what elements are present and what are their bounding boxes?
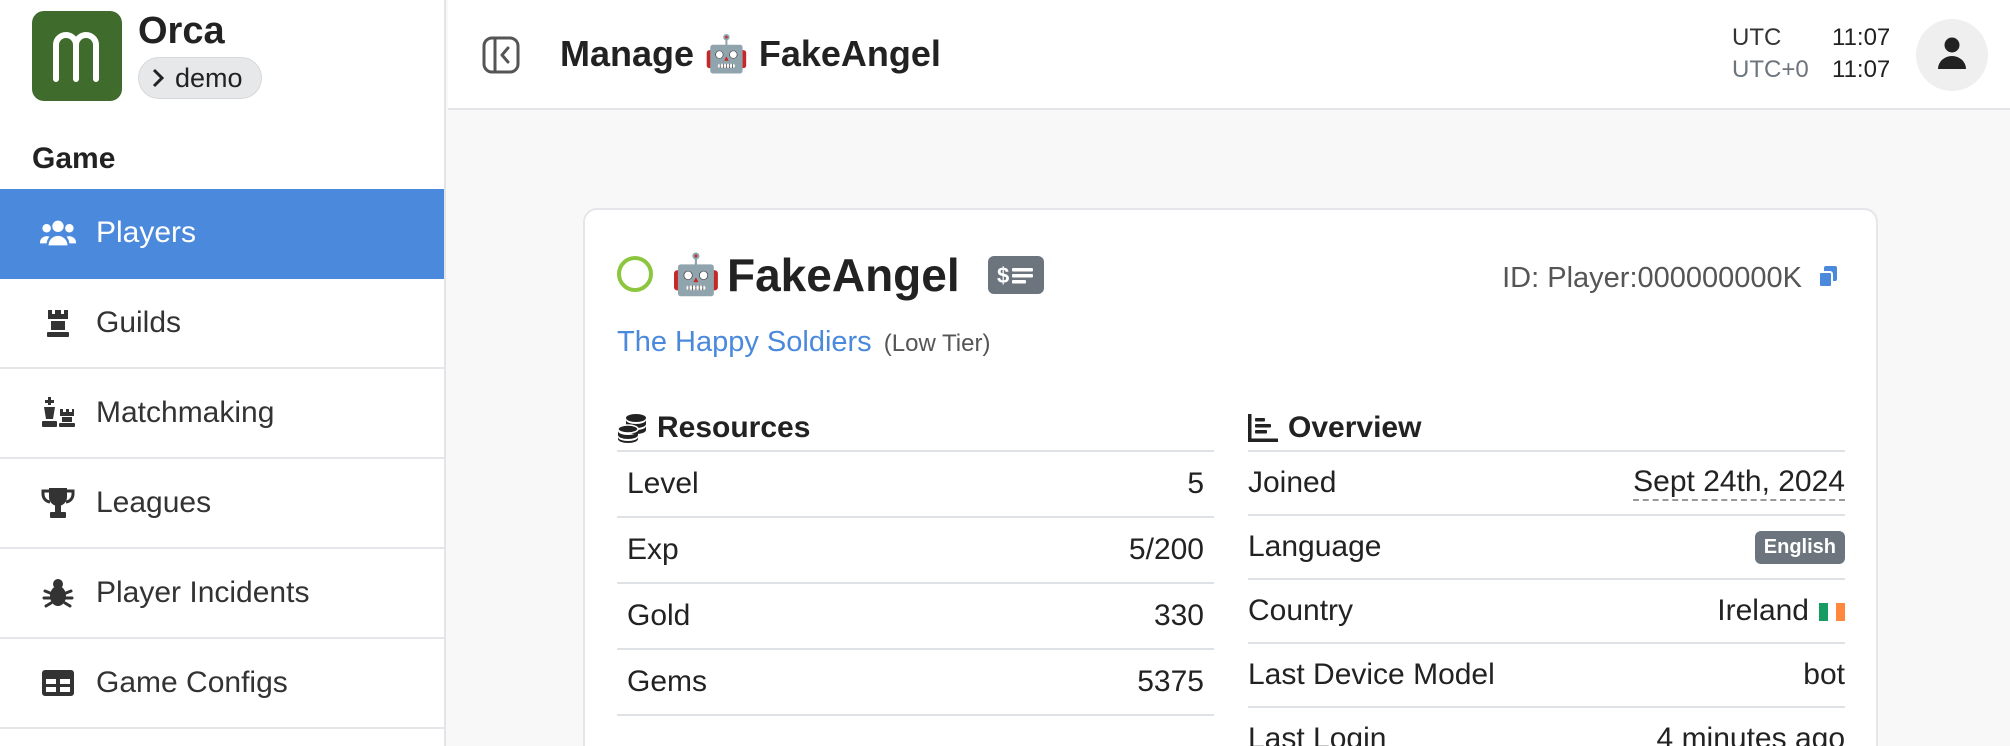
copy-icon[interactable] [1817,265,1839,289]
coins-icon [617,412,649,444]
timezone-label: UTC+0 [1732,56,1809,83]
users-icon [40,215,76,251]
player-name: FakeAngel [727,249,960,301]
device-value: bot [1803,658,1845,691]
sidebar-item-label: Leagues [96,486,212,519]
guild-line: The Happy Soldiers (Low Tier) [617,326,990,359]
trophy-icon [40,485,76,521]
orca-logo-icon [32,11,122,101]
online-status-indicator [617,256,653,292]
overview-label: Country [1248,594,1354,627]
overview-heading: Overview [1248,406,1845,452]
sidebar-item-game-configs[interactable]: Game Configs [0,639,444,729]
nav-section-title: Game [32,142,116,175]
page-title: Manage 🤖 FakeAngel [560,33,941,74]
language-badge: English [1754,530,1845,564]
sidebar: Orca demo Game Players Guilds Matchmakin… [0,0,446,746]
chevron-right-icon [151,68,165,88]
local-clock-row: UTC+0 11:07 [1732,54,1890,86]
sidebar-item-label: Players [96,216,197,249]
sidebar-nav: Players Guilds Matchmaking Leagues Playe… [0,189,444,729]
resource-value: 5 [1187,467,1204,500]
sidebar-toggle-icon[interactable] [482,36,520,74]
overview-label: Joined [1248,466,1337,499]
resources-title: Resources [657,411,811,444]
overview-row-device: Last Device Model bot [1248,644,1845,708]
resource-row-gems: Gems 5375 [617,650,1214,716]
sidebar-item-players[interactable]: Players [0,189,444,279]
overview-row-country: Country Ireland [1248,580,1846,644]
user-icon [1938,37,1966,74]
overview-row-last-login: Last Login 4 minutes ago [1248,708,1845,746]
brand[interactable]: Orca demo [32,11,262,101]
clock-time: 11:07 [1832,24,1891,51]
resource-label: Gold [627,599,691,632]
sidebar-item-matchmaking[interactable]: Matchmaking [0,369,444,459]
last-login-value: 4 minutes ago [1656,722,1845,746]
country-value: Ireland [1717,594,1846,628]
resource-label: Gems [627,665,708,698]
svg-text:$: $ [997,263,1009,288]
sidebar-item-label: Player Incidents [96,576,310,609]
resources-panel: Resources Level 5 Exp 5/200 Gold 330 Gem… [617,406,1214,716]
guild-tier: (Low Tier) [883,330,991,357]
player-card: 🤖 FakeAngel $ ID: Player:000000000K The … [583,208,1878,746]
user-avatar-button[interactable] [1916,19,1988,91]
money-check-icon: $ [988,256,1044,294]
overview-title: Overview [1288,411,1422,444]
clock-time: 11:07 [1832,56,1891,83]
overview-row-language: Language English [1248,516,1845,580]
sidebar-item-leagues[interactable]: Leagues [0,459,444,549]
sidebar-item-label: Guilds [96,306,182,339]
clock: UTC 11:07 UTC+0 11:07 [1732,22,1890,86]
resources-heading: Resources [617,406,1214,452]
overview-row-joined: Joined Sept 24th, 2024 [1248,452,1845,516]
resource-row-exp: Exp 5/200 [617,518,1214,584]
utc-clock-row: UTC 11:07 [1732,22,1890,54]
overview-label: Language [1248,530,1382,563]
resource-row-gold: Gold 330 [617,584,1214,650]
country-name: Ireland [1717,594,1809,627]
chess-rook-icon [40,305,76,341]
overview-label: Last Device Model [1248,658,1495,691]
table-icon [40,665,76,701]
chess-pieces-icon [40,395,76,431]
overview-label: Last Login [1248,722,1387,746]
top-header: Manage 🤖 FakeAngel UTC 11:07 UTC+0 11:07 [448,0,2010,110]
environment-switcher[interactable]: demo [138,57,262,99]
resource-label: Level [627,467,699,500]
joined-date[interactable]: Sept 24th, 2024 [1633,465,1845,501]
resource-row-level: Level 5 [617,452,1214,518]
sidebar-item-player-incidents[interactable]: Player Incidents [0,549,444,639]
player-id: ID: Player:000000000K [1502,262,1802,294]
ireland-flag-icon [1819,603,1846,622]
overview-panel: Overview Joined Sept 24th, 2024 Language… [1248,406,1846,746]
resource-value: 5375 [1137,665,1204,698]
environment-label: demo [175,62,243,93]
player-emoji: 🤖 [671,253,721,297]
sidebar-item-label: Matchmaking [96,396,275,429]
resource-label: Exp [627,533,679,566]
sidebar-item-guilds[interactable]: Guilds [0,279,444,369]
resource-value: 5/200 [1128,533,1204,566]
app-name: Orca [138,10,225,52]
chart-bar-icon [1248,412,1280,444]
timezone-label: UTC [1732,24,1782,51]
guild-link[interactable]: The Happy Soldiers [617,326,872,358]
bug-icon [40,575,76,611]
sidebar-item-label: Game Configs [96,666,288,699]
resource-value: 330 [1153,599,1204,632]
